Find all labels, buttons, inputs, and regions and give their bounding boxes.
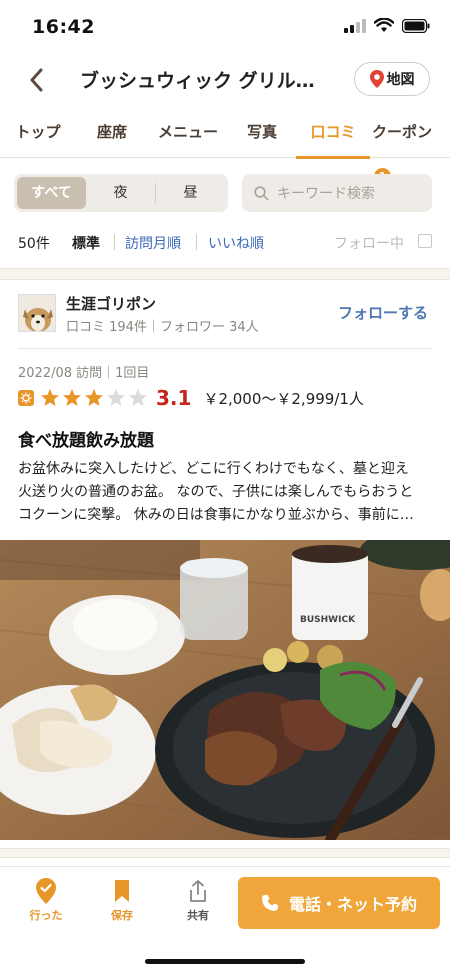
steak-plate-photo: BUSHWICK [0,540,450,840]
tab-top[interactable]: トップ [0,110,76,158]
tab-label: 写真 [246,123,277,141]
segment-all[interactable]: すべて [17,177,86,209]
reviewer-row: 生涯ゴリポン 口コミ 194件｜フォロワー 34人 フォローする [0,292,450,336]
segment-lunch[interactable]: 昼 [156,177,225,209]
review-title[interactable]: 食べ放題飲み放題 [18,426,154,451]
tab-seats[interactable]: 座席 [76,110,148,158]
dog-avatar-icon [19,295,55,331]
map-button[interactable]: 地図 [354,62,430,96]
follow-only-label: フォロー中 [334,236,404,252]
sort-row: 50件 標準 訪問月順 いいね順 フォロー中 [0,230,450,256]
rating-score: 3.1 [156,386,192,410]
save-button[interactable]: 保存 [92,877,152,923]
follow-only-checkbox[interactable] [418,234,432,248]
tab-label: 座席 [96,123,127,141]
section-separator [0,268,450,280]
search-icon [254,185,269,200]
sort-visit-month[interactable]: 訪問月順 [125,233,181,253]
filter-row: すべて 夜 昼 キーワード検索 [0,172,450,216]
divider [18,348,432,349]
review-line: コクーンに突撃。 休みの日は食事にかなり並ぶから、事前に… [18,507,414,523]
tab-label: 口コミ [310,123,356,141]
time-segment-control: すべて 夜 昼 [14,174,228,212]
price-range: ￥2,000～￥2,999/1人 [203,389,364,408]
sort-divider [114,234,115,250]
review-body[interactable]: お盆休みに突入したけど、どこに行くわけでもなく、墓と迎え 火送り火の普通のお盆。… [18,458,432,527]
map-pin-icon [369,70,384,88]
reserve-button[interactable]: 電話・ネット予約 [238,877,440,929]
tab-coupons[interactable]: クーポン1 [370,110,450,185]
review-line: 火送り火の普通のお盆。 なので、子供には楽しんでもらおうと [18,484,414,500]
phone-icon [261,895,278,911]
share-icon [190,880,206,902]
dinner-rating-icon [18,390,34,406]
went-pin-check-icon [36,878,56,904]
save-label: 保存 [111,909,133,922]
status-bar: 16:42 [0,0,450,54]
back-button[interactable] [18,62,54,98]
map-label: 地図 [386,72,415,88]
tab-bar: トップ 座席 メニュー 写真 口コミ クーポン1 [0,110,450,185]
went-label: 行った [29,909,63,922]
sort-likes[interactable]: いいね順 [208,233,264,253]
nav-bar: ブッシュウィック グリル… 地図 [0,54,450,106]
battery-icon [402,18,430,33]
mug-label: BUSHWICK [300,615,356,625]
went-button[interactable]: 行った [16,877,76,923]
star-rating [40,388,148,408]
review-count: 50件 [18,236,50,252]
signal-icon [344,18,366,33]
chevron-left-icon [30,68,43,92]
reviewer-meta: 口コミ 194件｜フォロワー 34人 [66,320,259,335]
star-icon [107,389,125,406]
status-icons [344,18,430,33]
keyword-search-input[interactable]: キーワード検索 [242,174,432,212]
bookmark-icon [115,880,129,902]
status-time: 16:42 [32,16,95,38]
share-button[interactable]: 共有 [168,877,228,923]
sort-standard[interactable]: 標準 [72,233,100,253]
star-icon [41,389,59,406]
shop-title: ブッシュウィック グリル… [80,70,315,92]
search-placeholder: キーワード検索 [277,186,375,202]
reviewer-name[interactable]: 生涯ゴリポン [66,293,156,314]
sort-divider [196,234,197,250]
rating-row: 3.1 ￥2,000～￥2,999/1人 [18,386,364,410]
home-indicator [145,959,305,964]
review-photo[interactable]: BUSHWICK [0,540,450,840]
tab-label: クーポン [372,123,433,141]
avatar[interactable] [18,294,56,332]
star-icon [85,389,103,406]
share-label: 共有 [187,909,209,922]
star-icon [129,389,147,406]
bottom-action-bar: 行った 保存 共有 電話・ネット予約 [0,866,450,974]
wifi-icon [374,18,394,32]
tab-photos[interactable]: 写真 [228,110,296,158]
tab-label: メニュー [157,123,218,141]
star-icon [63,389,81,406]
tab-label: トップ [15,123,61,141]
review-line: お盆休みに突入したけど、どこに行くわけでもなく、墓と迎え [18,461,409,477]
reserve-label: 電話・ネット予約 [288,895,417,914]
section-separator [0,848,450,858]
follow-button[interactable]: フォローする [338,302,428,323]
visit-info: 2022/08 訪問｜1回目 [18,366,150,381]
tab-menu[interactable]: メニュー [148,110,228,158]
segment-night[interactable]: 夜 [86,177,155,209]
tab-reviews[interactable]: 口コミ [296,110,370,159]
